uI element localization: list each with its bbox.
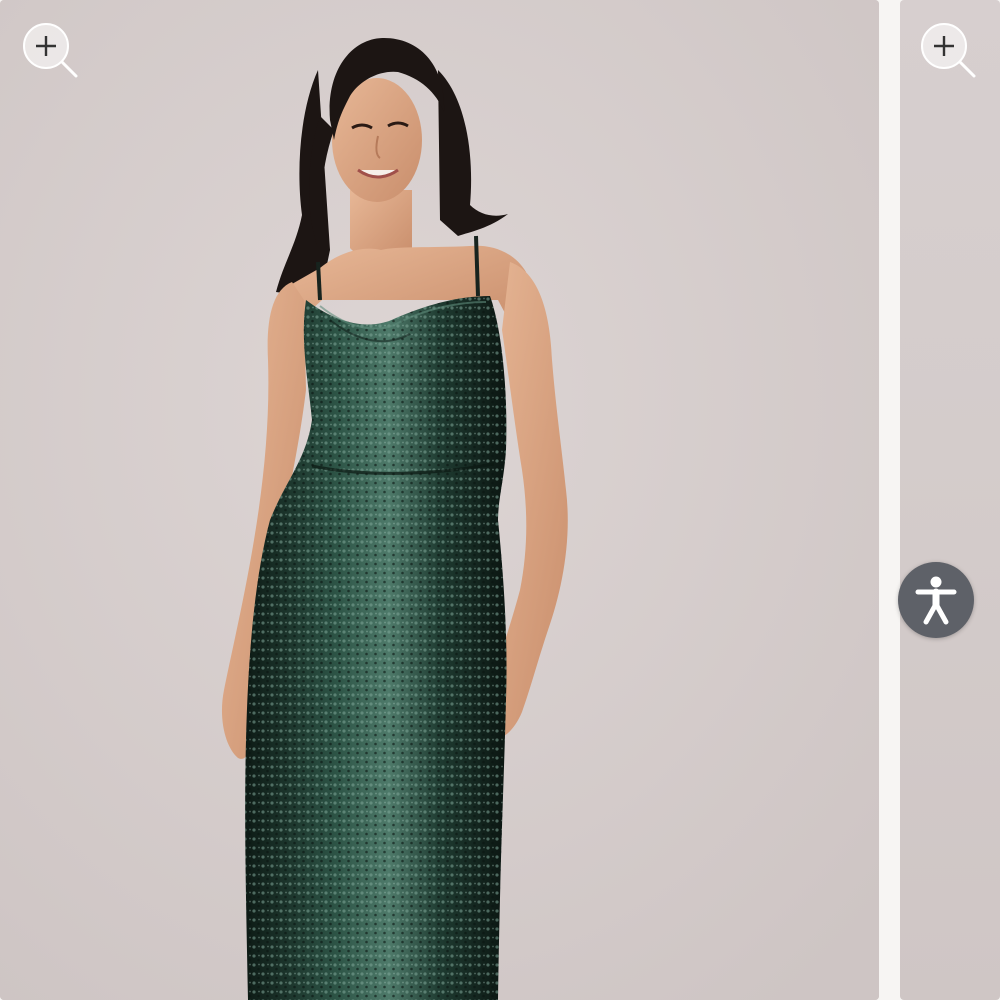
accessibility-button[interactable] (898, 562, 974, 638)
zoom-in-icon (23, 23, 78, 78)
zoom-in-icon (921, 23, 976, 78)
accessibility-person-icon (915, 576, 957, 625)
zoom-in-button[interactable] (22, 22, 78, 78)
product-image-next[interactable] (900, 0, 1000, 1000)
product-image-gallery (0, 0, 1000, 1000)
product-image-main[interactable] (0, 0, 879, 1000)
zoom-in-button-next[interactable] (920, 22, 976, 78)
product-photo (0, 0, 879, 1000)
